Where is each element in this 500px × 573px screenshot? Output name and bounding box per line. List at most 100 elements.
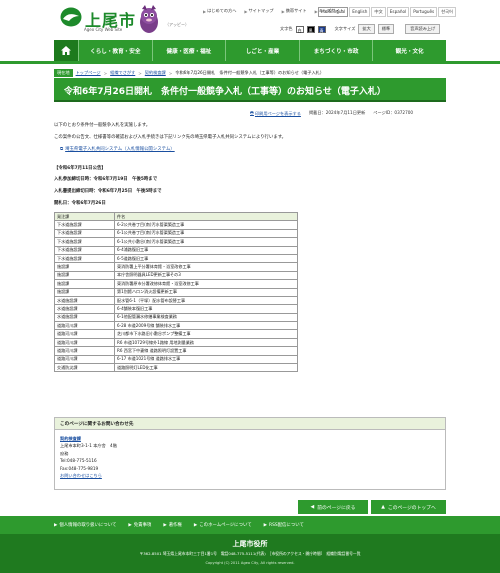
- table-cell-subject: 6-4舗装本復旧工事: [114, 304, 298, 314]
- page-id: ページID：0372700: [373, 110, 414, 115]
- table-header-department: 発注課: [54, 211, 115, 222]
- external-link-icon: ⧉: [60, 147, 64, 152]
- nav-item-city[interactable]: まちづくり・市政: [298, 40, 373, 61]
- contact-body: 契約検査課 上尾市本町3-1-1 本庁舎 4階 庶務 Tel:048-775-5…: [55, 430, 445, 484]
- announce-date: 【令和6年7月11日公告】: [54, 166, 106, 171]
- footer-main: 上尾市役所 〒362-8501 埼玉県上尾市本町三丁目1番1号 電話048-77…: [0, 534, 500, 573]
- back-button[interactable]: ◀ 前のページに戻る: [298, 500, 368, 514]
- table-row: 下水道施設課 6-2公共巻丁目(南)汚水管渠築造工事: [54, 220, 298, 230]
- table-cell-subject: 6-5道路復旧工事: [114, 253, 298, 264]
- arrow-right-icon: ▶: [203, 8, 207, 14]
- table-cell-subject: 6-2公共巻丁目(南)汚水管渠築造工事: [114, 220, 298, 230]
- table-row: 道路河川課 6-28 市道2009号線 舗装排水工事: [54, 321, 298, 331]
- footer-city-hall: 上尾市役所: [232, 540, 268, 548]
- table-row: 施設課 第1別館ハロン消火設備更新工事: [54, 287, 298, 297]
- table-cell-subject: 本庁舎照明器具LED更新工事その3: [114, 270, 298, 281]
- table-cell-subject: 配水管6-1（平塚）配水管布設替工事: [114, 295, 298, 306]
- table-cell-subject: 第1別館ハロン消火設備更新工事: [114, 287, 298, 297]
- nav-item-tourism[interactable]: 観光・文化: [372, 40, 446, 61]
- footer-link-about[interactable]: ▶ このホームページについて: [194, 522, 252, 529]
- breadcrumb-separator-icon: >: [138, 70, 142, 76]
- note-text: この案件の公告文、仕様書等の確認および入札手続きは下記リンク先の埼玉県電子入札共…: [54, 135, 287, 140]
- circle-arrow-left-icon: ◀: [310, 504, 315, 510]
- page-top-button[interactable]: ▲ このページのトップへ: [371, 500, 446, 514]
- breadcrumb: 現在地 トップページ > 組織でさがす > 契約検査課 > 令和6年7月26日開…: [54, 69, 324, 77]
- nav-home-button[interactable]: [54, 40, 78, 61]
- table-row: 施設課 東消防署上平分署体育館・浴室改修工事: [54, 262, 298, 272]
- lang-korean[interactable]: 한국어: [438, 7, 456, 17]
- arrow-right-icon: ▶: [281, 8, 285, 14]
- breadcrumb-top[interactable]: トップページ: [76, 70, 101, 76]
- toplink-sitemap[interactable]: ▶ サイトマップ: [241, 8, 276, 14]
- speech-button[interactable]: 音声読み上げ: [405, 24, 441, 34]
- table-cell-department: 下水道施設課: [54, 237, 115, 247]
- intro-text: 以下のとおり条件付一般競争入札を実施します。: [54, 123, 151, 128]
- color-white-button[interactable]: 白: [295, 25, 304, 33]
- language-links: Multilingual English 中文 Español Portuguê…: [318, 7, 456, 17]
- breadcrumb-department[interactable]: 契約検査課: [145, 70, 166, 76]
- lang-english[interactable]: English: [349, 7, 371, 17]
- table-cell-department: 水道施設課: [54, 304, 115, 314]
- color-blue-button[interactable]: 青: [317, 25, 326, 33]
- breadcrumb-organization[interactable]: 組織でさがす: [110, 70, 135, 76]
- table-row: 下水道施設課 6-1公共小敷谷(南)汚水管渠築造工事: [54, 237, 298, 247]
- print-page-link[interactable]: 🖶 印刷用ページを表示する: [250, 110, 301, 117]
- table-row: 道路河川課 芝川都市下水路旧小敷谷ポンプ整備工事: [54, 329, 298, 339]
- nav-item-life[interactable]: くらし・教育・安全: [78, 40, 152, 61]
- size-standard-button[interactable]: 標準: [377, 24, 395, 34]
- table-cell-department: 施設課: [54, 270, 115, 281]
- arrow-right-icon: ▶: [244, 8, 248, 14]
- breadcrumb-separator-icon: >: [103, 70, 108, 76]
- table-cell-department: 下水道施設課: [54, 228, 115, 239]
- table-cell-department: 下水道施設課: [54, 245, 115, 255]
- table-cell-subject: 東消防署原市分署改修体育館・浴室改修工事: [114, 279, 298, 289]
- lang-multilingual[interactable]: Multilingual: [318, 7, 349, 17]
- footer-address: 〒362-8501 埼玉県上尾市本町三丁目1番1号 電話048-775-5111…: [139, 551, 361, 556]
- e-bid-system-link[interactable]: ⧉ 埼玉県電子入札共同システム（入札情報公開システム）: [60, 146, 175, 152]
- footer-link-privacy[interactable]: ▶ 個人情報の取り扱いについて: [54, 522, 116, 529]
- table-cell-subject: 6-1公共小敷谷(南)汚水管渠築造工事: [114, 237, 298, 247]
- contact-address: 上尾市本町3-1-1 本庁舎 4階: [60, 443, 117, 449]
- size-enlarge-button[interactable]: 拡大: [358, 24, 375, 34]
- table-cell-subject: 6-1公共巻丁目(南)汚水管渠築造工事: [114, 228, 298, 239]
- lang-spanish[interactable]: Español: [386, 7, 410, 17]
- arrow-right-icon: ▶: [163, 522, 167, 528]
- table-row: 道路河川課 R6 西宮下中妻線 道路照明灯設置工事: [54, 346, 298, 356]
- table-cell-subject: 東消防署上平分署体育館・浴室改修工事: [114, 262, 298, 272]
- mascot-name: （アッピー）: [165, 22, 189, 27]
- table-cell-department: 道路河川課: [54, 321, 115, 331]
- table-row: 道路河川課 6-17 市道1021号線 道路排水工事: [54, 354, 298, 365]
- nav-item-health[interactable]: 健康・医療・福祉: [151, 40, 226, 61]
- mascot-appy-icon: [140, 5, 158, 33]
- footer-link-disclaimer[interactable]: ▶ 免責事項: [128, 522, 151, 529]
- circle-arrow-up-icon: ▲: [381, 504, 385, 510]
- footer-copyright: Copyright (C) 2011 Ageo City, All rights…: [205, 561, 295, 565]
- logo-mark-icon: [60, 7, 82, 27]
- contact-heading: このページに関するお問い合わせ先: [55, 418, 445, 430]
- toplink-first-time[interactable]: ▶ はじめての方へ: [200, 8, 239, 14]
- footer-link-copyright[interactable]: ▶ 著作権: [163, 522, 182, 529]
- logo-subtitle: Ageo City Web Site: [84, 27, 123, 32]
- breadcrumb-separator-icon: >: [168, 70, 173, 76]
- footer-links: ▶ 個人情報の取り扱いについて ▶ 免責事項 ▶ 著作権 ▶ このホームページについて …: [0, 516, 500, 534]
- global-nav: くらし・教育・安全 健康・医療・福祉 しごと・産業 まちづくり・市政 観光・文化: [54, 40, 446, 61]
- site-logo[interactable]: 上尾市 Ageo City Web Site: [60, 6, 135, 34]
- table-row: 下水道施設課 6-4浦路復旧工事: [54, 245, 298, 255]
- nav-item-work[interactable]: しごと・産業: [225, 40, 299, 61]
- apply-deadline: 入札参加締切日時：令和6年7月19日 午後5時まで: [54, 177, 158, 182]
- color-black-button[interactable]: 黒: [306, 25, 315, 33]
- table-row: 道路河川課 R6 市道10729号線外1路線 用地測量業務: [54, 337, 298, 348]
- table-cell-department: 道路河川課: [54, 354, 115, 365]
- bid-deadline: 入札書提出締切日時：令和6年7月25日 午後5時まで: [54, 189, 162, 194]
- lang-portuguese[interactable]: Português: [410, 7, 438, 17]
- contact-dept-link[interactable]: 契約検査課: [60, 436, 81, 441]
- contact-tel: Tel:048-775-5116: [60, 458, 97, 464]
- toplink-mobile[interactable]: ▶ 携帯サイト: [279, 8, 310, 14]
- contact-form-link[interactable]: お問い合わせはこちら: [60, 473, 102, 478]
- lang-chinese[interactable]: 中文: [371, 7, 386, 17]
- table-cell-department: 下水道施設課: [54, 220, 115, 230]
- footer-link-rss[interactable]: ▶ RSS配信について: [264, 522, 304, 529]
- home-icon: [61, 46, 71, 55]
- table-cell-department: 道路河川課: [54, 337, 115, 348]
- open-date: 開札日：令和6年7月26日: [54, 201, 106, 206]
